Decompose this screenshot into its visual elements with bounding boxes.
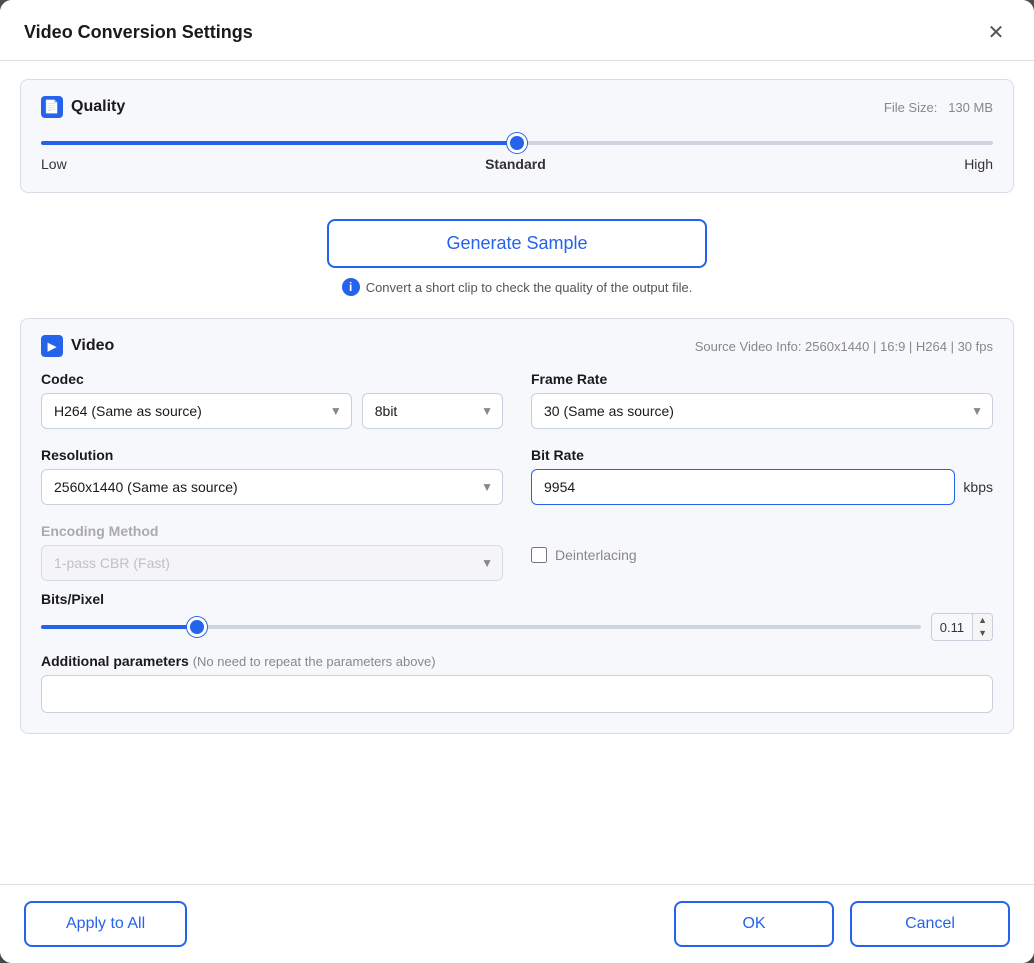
deinterlacing-checkbox[interactable] <box>531 547 547 563</box>
quality-labels: Low Standard High <box>41 156 993 172</box>
quality-header: 📄 Quality File Size: 130 MB <box>41 96 993 118</box>
resolution-select-wrap: 2560x1440 (Same as source) ▼ <box>41 469 503 505</box>
quality-section: 📄 Quality File Size: 130 MB Low Standard… <box>20 79 1014 193</box>
cancel-button[interactable]: Cancel <box>850 901 1010 947</box>
video-header: ▶ Video Source Video Info: 2560x1440 | 1… <box>41 335 993 357</box>
bitrate-label: Bit Rate <box>531 447 993 463</box>
quality-title-text: Quality <box>71 98 125 116</box>
quality-slider[interactable] <box>41 141 993 145</box>
apply-to-all-button[interactable]: Apply to All <box>24 901 187 947</box>
bitdepth-select[interactable]: 8bit <box>362 393 503 429</box>
additional-parameters-section: Additional parameters (No need to repeat… <box>41 653 993 713</box>
resolution-field-group: Resolution 2560x1440 (Same as source) ▼ <box>41 447 503 505</box>
additional-label: Additional parameters (No need to repeat… <box>41 653 993 669</box>
additional-sublabel: (No need to repeat the parameters above) <box>193 654 436 669</box>
close-button[interactable]: ✕ <box>982 18 1010 46</box>
bitrate-unit: kbps <box>963 479 993 495</box>
quality-slider-wrap <box>41 132 993 150</box>
bits-pixel-spinners: ▲ ▼ <box>972 614 992 640</box>
framerate-select[interactable]: 30 (Same as source) <box>531 393 993 429</box>
quality-icon: 📄 <box>41 96 63 118</box>
encoding-select-wrap: 1-pass CBR (Fast) ▼ <box>41 545 503 581</box>
framerate-label: Frame Rate <box>531 371 993 387</box>
codec-row: H264 (Same as source) ▼ 8bit ▼ <box>41 393 503 429</box>
footer: Apply to All OK Cancel <box>0 884 1034 963</box>
generate-sample-area: Generate Sample i Convert a short clip t… <box>20 209 1014 302</box>
dialog-title: Video Conversion Settings <box>24 22 253 43</box>
quality-label-low: Low <box>41 156 67 172</box>
generate-hint-text: Convert a short clip to check the qualit… <box>366 280 693 295</box>
codec-select[interactable]: H264 (Same as source) <box>41 393 352 429</box>
codec-label: Codec <box>41 371 503 387</box>
deinterlacing-field-group: Deinterlacing <box>531 523 993 581</box>
codec-field-group: Codec H264 (Same as source) ▼ 8bit <box>41 371 503 429</box>
video-title-text: Video <box>71 337 114 355</box>
resolution-select[interactable]: 2560x1440 (Same as source) <box>41 469 503 505</box>
codec-select-wrap: H264 (Same as source) ▼ <box>41 393 352 429</box>
encoding-label: Encoding Method <box>41 523 503 539</box>
video-section: ▶ Video Source Video Info: 2560x1440 | 1… <box>20 318 1014 734</box>
additional-parameters-input[interactable] <box>41 675 993 713</box>
video-title-group: ▶ Video <box>41 335 114 357</box>
encoding-field-group: Encoding Method 1-pass CBR (Fast) ▼ <box>41 523 503 581</box>
info-icon: i <box>342 278 360 296</box>
generate-sample-button[interactable]: Generate Sample <box>327 219 707 268</box>
ok-button[interactable]: OK <box>674 901 834 947</box>
source-video-info: Source Video Info: 2560x1440 | 16:9 | H2… <box>695 339 993 354</box>
file-size-value: 130 MB <box>948 100 993 115</box>
file-size-label: File Size: <box>884 100 937 115</box>
deinterlacing-label: Deinterlacing <box>555 547 637 563</box>
bitrate-input[interactable] <box>531 469 955 505</box>
bits-pixel-label: Bits/Pixel <box>41 591 993 607</box>
resolution-label: Resolution <box>41 447 503 463</box>
quality-label-standard: Standard <box>485 156 546 172</box>
bits-pixel-value: 0.11 <box>932 616 972 639</box>
bits-pixel-section: Bits/Pixel 0.11 ▲ ▼ <box>41 591 993 641</box>
file-size-info: File Size: 130 MB <box>884 100 993 115</box>
bitdepth-select-wrap: 8bit ▼ <box>362 393 503 429</box>
bits-pixel-increment-button[interactable]: ▲ <box>973 614 992 627</box>
quality-title-group: 📄 Quality <box>41 96 125 118</box>
quality-label-high: High <box>964 156 993 172</box>
video-fields-grid: Codec H264 (Same as source) ▼ 8bit <box>41 371 993 581</box>
bitrate-wrap: kbps <box>531 469 993 505</box>
title-bar: Video Conversion Settings ✕ <box>0 0 1034 61</box>
encoding-select[interactable]: 1-pass CBR (Fast) <box>41 545 503 581</box>
framerate-field-group: Frame Rate 30 (Same as source) ▼ <box>531 371 993 429</box>
framerate-select-wrap: 30 (Same as source) ▼ <box>531 393 993 429</box>
content-area: 📄 Quality File Size: 130 MB Low Standard… <box>0 61 1034 884</box>
bits-pixel-decrement-button[interactable]: ▼ <box>973 627 992 640</box>
generate-hint: i Convert a short clip to check the qual… <box>342 278 693 296</box>
video-icon: ▶ <box>41 335 63 357</box>
bits-pixel-slider[interactable] <box>41 625 921 629</box>
bitrate-field-group: Bit Rate kbps <box>531 447 993 505</box>
footer-right-buttons: OK Cancel <box>674 901 1010 947</box>
bits-pixel-slider-wrap: 0.11 ▲ ▼ <box>41 613 993 641</box>
deinterlacing-row: Deinterlacing <box>531 523 993 563</box>
bits-pixel-value-wrap: 0.11 ▲ ▼ <box>931 613 993 641</box>
video-conversion-dialog: Video Conversion Settings ✕ 📄 Quality Fi… <box>0 0 1034 963</box>
